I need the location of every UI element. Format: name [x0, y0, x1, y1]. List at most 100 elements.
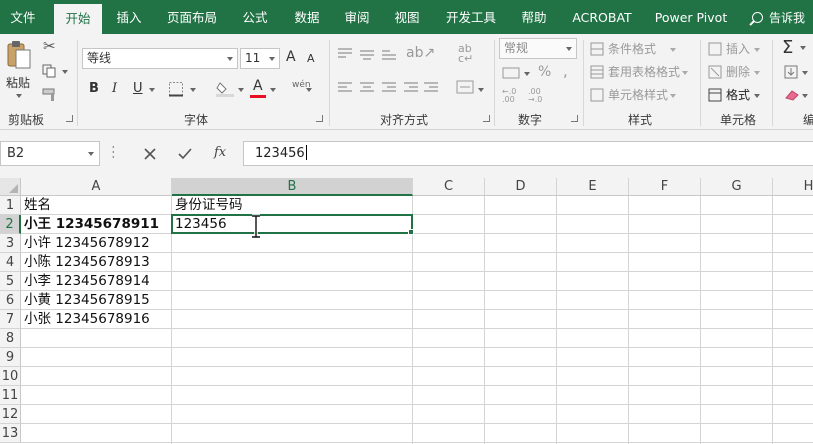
row-header-3[interactable]: 3	[0, 234, 21, 253]
worksheet-grid[interactable]: ABCDEFGH 1 2 3 4 5 6 7 8 9 10 11 12 13 姓名 身份证号码 小王 123…	[0, 178, 813, 444]
align-right-icon[interactable]	[382, 82, 396, 94]
align-center-icon[interactable]	[360, 82, 374, 94]
clear-eraser-icon[interactable]	[784, 89, 800, 101]
percent-style-button[interactable]: %	[538, 65, 551, 79]
select-all-button[interactable]	[0, 178, 21, 196]
fill-down-icon[interactable]	[784, 65, 800, 79]
fill-handle[interactable]	[408, 229, 414, 235]
decrease-font-size-icon[interactable]: A	[307, 52, 315, 66]
borders-dropdown-icon[interactable]	[190, 88, 196, 92]
fill-color-icon[interactable]	[216, 79, 236, 97]
cell-a6[interactable]: 小黄 12345678915	[21, 291, 150, 310]
phonetic-dropdown-icon[interactable]	[306, 88, 312, 92]
column-header-a[interactable]: A	[21, 178, 172, 196]
row-header-12[interactable]: 12	[0, 405, 21, 424]
autosum-dropdown-icon[interactable]	[800, 46, 806, 50]
row-header-6[interactable]: 6	[0, 291, 21, 310]
alignment-launcher-icon[interactable]	[483, 115, 490, 122]
tab-page-layout[interactable]: 页面布局	[160, 0, 224, 34]
decrease-indent-icon[interactable]	[404, 82, 418, 94]
cell-a1[interactable]: 姓名	[21, 196, 51, 215]
merge-dropdown-icon[interactable]	[478, 88, 484, 92]
underline-button[interactable]: U	[133, 82, 143, 96]
tab-review[interactable]: 审阅	[334, 0, 380, 34]
row-header-10[interactable]: 10	[0, 367, 21, 386]
number-launcher-icon[interactable]	[571, 115, 578, 122]
increase-decimal-icon[interactable]: ←.0.00	[502, 88, 516, 104]
copy-icon[interactable]	[42, 64, 58, 78]
font-color-button[interactable]: A	[253, 79, 263, 93]
font-size-combo[interactable]: 11	[240, 48, 280, 69]
italic-button[interactable]: I	[112, 82, 117, 96]
copy-dropdown-icon[interactable]	[62, 70, 68, 74]
cancel-entry-icon[interactable]	[143, 147, 157, 161]
column-header-h[interactable]: H	[773, 178, 813, 196]
number-format-combo[interactable]: 常规	[499, 38, 577, 59]
column-header-g[interactable]: G	[701, 178, 773, 196]
row-header-13[interactable]: 13	[0, 424, 21, 443]
paste-button[interactable]: 粘贴	[4, 40, 34, 98]
cell-a7[interactable]: 小张 12345678916	[21, 310, 150, 329]
decrease-decimal-icon[interactable]: .00 →.0	[528, 88, 542, 104]
clipboard-launcher-icon[interactable]	[66, 115, 73, 122]
fill-dropdown-icon[interactable]	[802, 71, 808, 75]
merge-center-icon[interactable]	[456, 80, 474, 94]
row-header-5[interactable]: 5	[0, 272, 21, 291]
borders-icon[interactable]	[168, 81, 186, 97]
autosum-icon[interactable]: Σ	[782, 38, 793, 58]
orientation-icon[interactable]: ab↗	[406, 46, 435, 60]
cell-a2[interactable]: 小王 12345678911	[21, 215, 159, 234]
fill-color-dropdown-icon[interactable]	[238, 88, 244, 92]
underline-dropdown-icon[interactable]	[149, 88, 155, 92]
tab-acrobat[interactable]: ACROBAT	[566, 0, 638, 34]
increase-indent-icon[interactable]	[424, 82, 438, 94]
bold-button[interactable]: B	[89, 82, 99, 96]
row-header-8[interactable]: 8	[0, 329, 21, 348]
tab-power-pivot[interactable]: Power Pivot	[648, 0, 734, 34]
tab-formulas[interactable]: 公式	[232, 0, 278, 34]
comma-style-icon[interactable]: ,	[563, 64, 568, 79]
row-header-11[interactable]: 11	[0, 386, 21, 405]
tab-help[interactable]: 帮助	[512, 0, 556, 34]
wrap-text-icon[interactable]: ab c↵	[458, 43, 473, 64]
cell-b1[interactable]: 身份证号码	[172, 196, 243, 215]
tab-developer[interactable]: 开发工具	[440, 0, 502, 34]
align-top-icon[interactable]	[338, 48, 352, 60]
row-header-4[interactable]: 4	[0, 253, 21, 272]
row-header-9[interactable]: 9	[0, 348, 21, 367]
column-header-f[interactable]: F	[629, 178, 701, 196]
row-header-7[interactable]: 7	[0, 310, 21, 329]
increase-font-size-icon[interactable]: A	[286, 50, 296, 64]
tell-me-search[interactable]: 告诉我	[752, 0, 805, 34]
tab-home[interactable]: 开始	[54, 4, 102, 34]
cell-a3[interactable]: 小许 12345678912	[21, 234, 150, 253]
cut-icon[interactable]: ✂	[43, 39, 56, 54]
tab-data[interactable]: 数据	[284, 0, 330, 34]
row-header-2[interactable]: 2	[0, 215, 21, 234]
font-launcher-icon[interactable]	[316, 115, 323, 122]
clear-dropdown-icon[interactable]	[802, 94, 808, 98]
column-header-b[interactable]: B	[172, 178, 413, 196]
formula-input[interactable]: 123456	[243, 141, 813, 166]
confirm-entry-icon[interactable]	[177, 147, 193, 161]
cell-a5[interactable]: 小李 12345678914	[21, 272, 150, 291]
formula-bar-grip-icon[interactable]	[112, 145, 114, 161]
name-box[interactable]: B2	[0, 141, 100, 166]
accounting-dropdown-icon[interactable]	[524, 72, 530, 76]
tab-insert[interactable]: 插入	[106, 0, 152, 34]
cell-a4[interactable]: 小陈 12345678913	[21, 253, 150, 272]
align-left-icon[interactable]	[338, 82, 352, 94]
column-header-c[interactable]: C	[413, 178, 485, 196]
column-header-e[interactable]: E	[557, 178, 629, 196]
tab-file[interactable]: 文件	[0, 0, 46, 34]
column-header-d[interactable]: D	[485, 178, 557, 196]
align-bottom-icon[interactable]	[382, 48, 396, 60]
accounting-format-icon[interactable]	[502, 66, 524, 80]
align-middle-icon[interactable]	[360, 48, 374, 60]
font-name-combo[interactable]: 等线	[82, 48, 238, 69]
tab-view[interactable]: 视图	[384, 0, 430, 34]
insert-function-icon[interactable]: fx	[214, 146, 226, 160]
row-header-1[interactable]: 1	[0, 196, 21, 215]
font-color-dropdown-icon[interactable]	[270, 88, 276, 92]
format-painter-icon[interactable]	[42, 88, 60, 102]
